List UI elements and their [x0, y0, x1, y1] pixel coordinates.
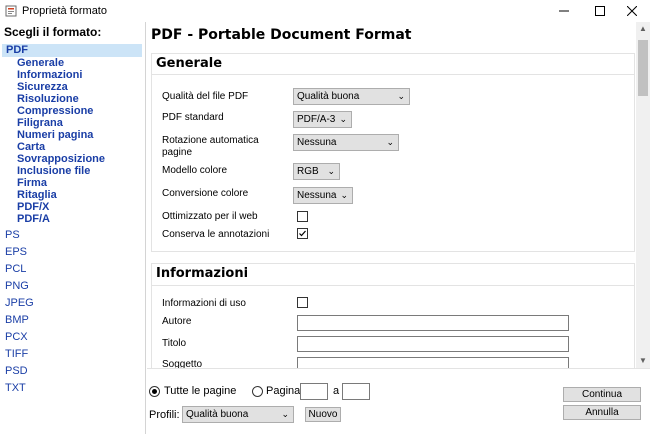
app-icon	[5, 5, 17, 17]
sidebar-item-png[interactable]: PNG	[5, 280, 29, 292]
sidebar-subitem-ritaglia[interactable]: Ritaglia	[17, 189, 57, 201]
sidebar-item-eps[interactable]: EPS	[5, 246, 27, 258]
sidebar-item-bmp[interactable]: BMP	[5, 314, 29, 326]
minimize-icon	[559, 10, 569, 12]
sidebar-title: Scegli il formato:	[4, 25, 102, 39]
divider	[152, 285, 634, 286]
sidebar-item-pcx[interactable]: PCX	[5, 331, 28, 343]
color-conv-label: Conversione colore	[162, 188, 249, 199]
minimize-button[interactable]	[546, 0, 582, 22]
sidebar-subitem-generale[interactable]: Generale	[17, 57, 64, 69]
sidebar-subitem-sovrapposizione[interactable]: Sovrapposizione	[17, 153, 105, 165]
cancel-button[interactable]: Annulla	[563, 405, 641, 420]
standard-select[interactable]: PDF/A-3 ⌄	[293, 111, 352, 128]
maximize-button[interactable]	[582, 0, 618, 22]
quality-label: Qualità del file PDF	[162, 91, 249, 102]
sidebar-subitem-filigrana[interactable]: Filigrana	[17, 117, 63, 129]
title-field[interactable]	[297, 336, 569, 352]
title-field-label: Titolo	[162, 338, 187, 349]
sidebar-item-pdf[interactable]: PDF	[2, 44, 142, 57]
vertical-scrollbar[interactable]: ▲ ▼	[636, 22, 650, 368]
sidebar-subitem-compressione[interactable]: Compressione	[17, 105, 93, 117]
page-title: PDF - Portable Document Format	[151, 27, 412, 43]
author-field[interactable]	[297, 315, 569, 331]
chevron-down-icon: ⌄	[281, 409, 289, 419]
annotations-label: Conserva le annotazioni	[162, 229, 270, 240]
all-pages-radio[interactable]	[149, 386, 160, 397]
web-opt-label: Ottimizzato per il web	[162, 211, 258, 222]
close-icon	[627, 6, 637, 16]
scroll-up-icon[interactable]: ▲	[636, 22, 650, 36]
sidebar-item-ps[interactable]: PS	[5, 229, 20, 241]
new-profile-button[interactable]: Nuovo	[305, 407, 341, 422]
sidebar-item-pcl[interactable]: PCL	[5, 263, 26, 275]
color-conv-value: Nessuna	[297, 190, 337, 201]
sidebar-subitem-firma[interactable]: Firma	[17, 177, 47, 189]
chevron-down-icon: ⌄	[397, 91, 405, 101]
format-sidebar: Scegli il formato: PDF Generale Informaz…	[0, 22, 146, 434]
annotations-checkbox[interactable]	[297, 228, 308, 239]
divider	[152, 74, 634, 75]
sidebar-subitem-numeri-pagina[interactable]: Numeri pagina	[17, 129, 93, 141]
main-content: PDF - Portable Document Format Generale …	[147, 22, 650, 368]
window-title: Proprietà formato	[22, 5, 107, 17]
color-conv-select[interactable]: Nessuna ⌄	[293, 187, 353, 204]
sidebar-subitem-pdfx[interactable]: PDF/X	[17, 201, 49, 213]
maximize-icon	[595, 6, 605, 16]
rotation-label: Rotazione automatica pagine	[162, 135, 259, 158]
color-model-label: Modello colore	[162, 165, 228, 176]
title-bar: Proprietà formato	[0, 0, 650, 22]
sidebar-item-txt[interactable]: TXT	[5, 382, 26, 394]
scroll-thumb[interactable]	[638, 40, 648, 96]
subject-field[interactable]	[297, 357, 569, 368]
sidebar-item-label: PDF	[6, 44, 28, 56]
sidebar-item-psd[interactable]: PSD	[5, 365, 28, 377]
sidebar-subitem-carta[interactable]: Carta	[17, 141, 45, 153]
standard-label: PDF standard	[162, 112, 224, 123]
sidebar-item-jpeg[interactable]: JPEG	[5, 297, 34, 309]
informazioni-title: Informazioni	[156, 266, 249, 281]
sidebar-item-tiff[interactable]: TIFF	[5, 348, 28, 360]
page-to-input[interactable]	[342, 383, 370, 400]
chevron-down-icon: ⌄	[340, 190, 348, 200]
quality-value: Qualità buona	[297, 91, 360, 102]
chevron-down-icon: ⌄	[327, 166, 335, 176]
sidebar-subitem-pdfa[interactable]: PDF/A	[17, 213, 50, 225]
standard-value: PDF/A-3	[297, 114, 336, 125]
profile-select[interactable]: Qualità buona ⌄	[182, 406, 294, 423]
sidebar-subitem-sicurezza[interactable]: Sicurezza	[17, 81, 68, 93]
profile-value: Qualità buona	[186, 409, 249, 420]
checkmark-icon	[299, 230, 306, 237]
quality-select[interactable]: Qualità buona ⌄	[293, 88, 410, 105]
subject-label: Soggetto	[162, 359, 203, 368]
continue-button[interactable]: Continua	[563, 387, 641, 402]
chevron-down-icon: ⌄	[386, 137, 394, 147]
informazioni-panel: Informazioni Informazioni di uso Autore …	[151, 263, 635, 368]
footer-bar: Tutte le pagine Pagina a Profili: Qualit…	[147, 368, 650, 434]
scroll-down-icon[interactable]: ▼	[636, 354, 650, 368]
profiles-label: Profili:	[149, 409, 180, 421]
color-model-value: RGB	[297, 166, 319, 177]
color-model-select[interactable]: RGB ⌄	[293, 163, 340, 180]
to-label: a	[333, 385, 340, 397]
author-label: Autore	[162, 316, 192, 327]
page-range-radio[interactable]	[252, 386, 263, 397]
generale-panel: Generale Qualità del file PDF Qualità bu…	[151, 53, 635, 252]
usage-checkbox[interactable]	[297, 297, 308, 308]
sidebar-subitem-informazioni[interactable]: Informazioni	[17, 69, 82, 81]
rotation-value: Nessuna	[297, 137, 337, 148]
web-opt-checkbox[interactable]	[297, 211, 308, 222]
close-button[interactable]	[614, 0, 650, 22]
generale-title: Generale	[156, 56, 223, 71]
chevron-down-icon: ⌄	[339, 114, 347, 124]
usage-label: Informazioni di uso	[162, 298, 246, 309]
sidebar-subitem-inclusione-file[interactable]: Inclusione file	[17, 165, 90, 177]
rotation-select[interactable]: Nessuna ⌄	[293, 134, 399, 151]
page-label: Pagina	[266, 385, 301, 397]
all-pages-label: Tutte le pagine	[164, 385, 237, 397]
page-from-input[interactable]	[300, 383, 328, 400]
sidebar-subitem-risoluzione[interactable]: Risoluzione	[17, 93, 79, 105]
